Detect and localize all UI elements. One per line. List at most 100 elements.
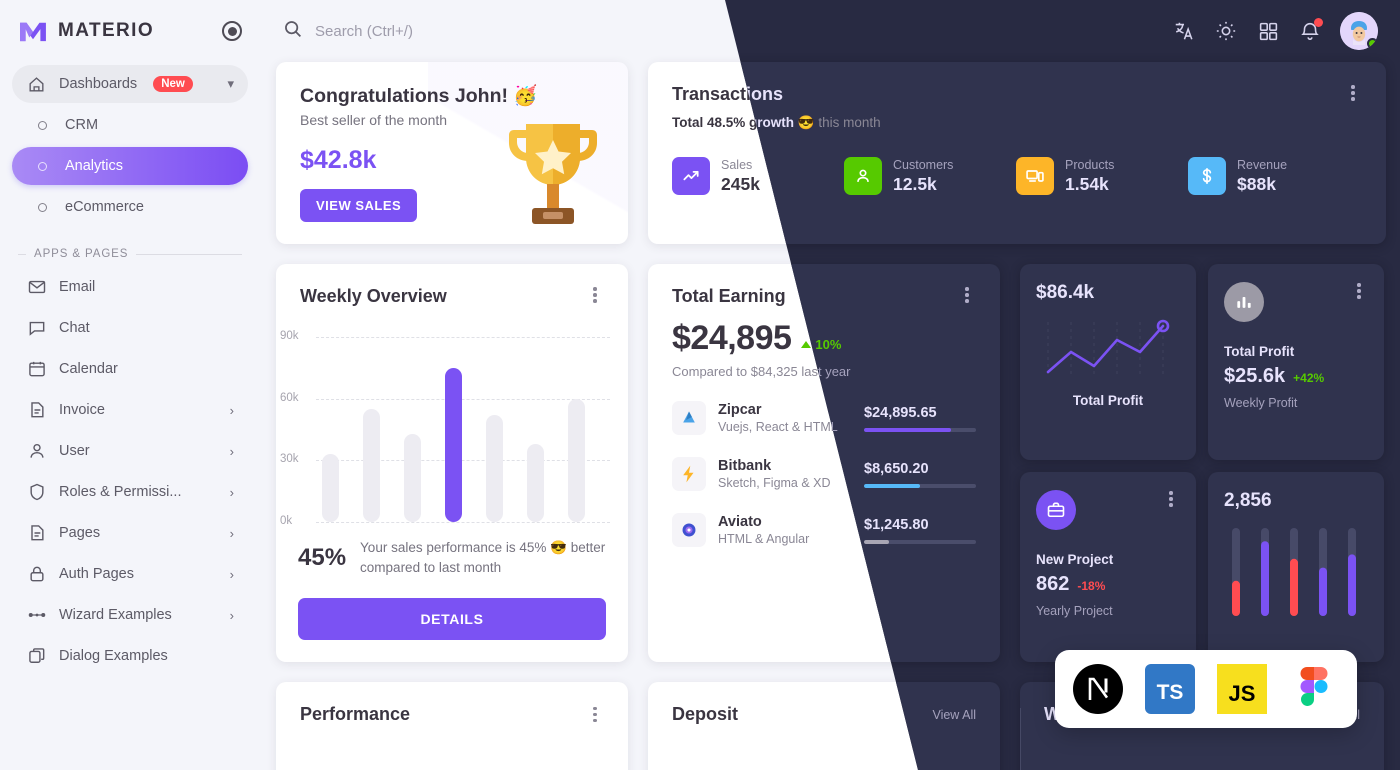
earning-item: Zipcar Vuejs, React & HTML $24,895.65 <box>672 401 976 435</box>
brand-name: MATERIO <box>58 20 154 41</box>
earning-list: Zipcar Vuejs, React & HTML $24,895.65 Bitba… <box>672 401 976 547</box>
light-mode-icon[interactable] <box>1214 19 1238 43</box>
y-axis-tick: 60k <box>280 391 299 404</box>
sidebar-item-label: Chat <box>59 320 90 336</box>
weekly-overview-card: Weekly Overview 90k 60k 30k 0k 45% Your sal… <box>276 264 628 662</box>
gridline <box>316 398 610 400</box>
new-project-caption: Yearly Project <box>1036 604 1113 618</box>
apps-grid-icon[interactable] <box>1256 19 1280 43</box>
avatar[interactable] <box>1340 12 1378 50</box>
view-sales-button[interactable]: VIEW SALES <box>300 189 418 222</box>
sessions-value: 2,856 <box>1224 490 1272 511</box>
bar-chart-icon <box>1224 282 1264 322</box>
sidebar-item-email[interactable]: Email <box>12 268 248 306</box>
circle-outline-icon <box>32 197 53 218</box>
aviato-logo <box>672 513 706 547</box>
javascript-logo[interactable]: JS <box>1215 662 1269 716</box>
shield-icon <box>26 482 47 503</box>
sidebar-item-invoice[interactable]: Invoice › <box>12 391 248 429</box>
total-profit-caption: Total Profit <box>1072 393 1144 408</box>
account-icon <box>844 157 882 195</box>
sessions-card: 2,856 <box>1208 472 1384 662</box>
weekly-profit-title: Total Profit <box>1224 344 1295 359</box>
online-status-badge <box>1367 38 1378 49</box>
sidebar-item-ecommerce[interactable]: eCommerce <box>12 188 248 226</box>
new-project-menu-button[interactable] <box>1162 490 1180 508</box>
earning-title: Total Earning <box>672 286 786 306</box>
new-project-title: New Project <box>1036 552 1114 567</box>
sidebar-item-crm[interactable]: CRM <box>12 106 248 144</box>
lock-icon <box>26 564 47 585</box>
gridline <box>316 522 610 523</box>
figma-logo[interactable] <box>1287 662 1341 716</box>
growth-emoji: 😎 <box>794 115 819 130</box>
sidebar-item-dialog-examples[interactable]: Dialog Examples <box>12 637 248 675</box>
bar <box>445 367 462 522</box>
search-box[interactable]: Search (Ctrl+/) <box>282 18 413 44</box>
transactions-menu-button[interactable] <box>1344 84 1362 102</box>
growth-period: this month <box>818 115 881 130</box>
weekly-menu-button[interactable] <box>586 286 604 304</box>
sidebar-item-label: CRM <box>65 117 99 133</box>
typescript-logo[interactable]: TS <box>1143 662 1197 716</box>
notifications-icon[interactable] <box>1298 18 1323 43</box>
sidebar-item-chat[interactable]: Chat <box>12 309 248 347</box>
sidebar-item-dashboards[interactable]: Dashboards New ▾ <box>12 65 248 103</box>
search-input[interactable]: Search (Ctrl+/) <box>315 23 413 40</box>
performance-menu-button[interactable] <box>586 706 604 724</box>
earning-item-amount: $1,245.80 <box>864 516 929 533</box>
sidebar-item-calendar[interactable]: Calendar <box>12 350 248 388</box>
chevron-right-icon: › <box>229 525 234 541</box>
weekly-profit-card: Total Profit $25.6k +42% Weekly Profit <box>1208 264 1384 460</box>
bar <box>527 443 544 522</box>
sidebar-item-roles-permissi[interactable]: Roles & Permissi... › <box>12 473 248 511</box>
congrats-title: Congratulations John! 🥳 <box>300 85 538 107</box>
gridline <box>316 460 610 462</box>
chevron-right-icon: › <box>229 607 234 623</box>
briefcase-icon <box>1036 490 1076 530</box>
sidebar-item-label: Auth Pages <box>59 566 134 582</box>
weekly-text: Your sales performance is 45% 😎 better c… <box>360 540 606 575</box>
notification-dot <box>1314 18 1323 27</box>
stat-sales: Sales245k <box>672 157 844 195</box>
stat-label: Sales <box>721 157 753 172</box>
svg-text:JS: JS <box>1229 681 1256 706</box>
sidebar-item-label: Roles & Permissi... <box>59 484 182 500</box>
translate-icon[interactable] <box>1172 19 1196 43</box>
weekly-profit-delta: +42% <box>1293 371 1325 385</box>
dollar-icon <box>1188 157 1226 195</box>
gridline <box>316 337 610 338</box>
document-icon <box>26 400 47 421</box>
earning-item-desc: Sketch, Figma & XD <box>718 476 831 490</box>
sidebar-item-analytics[interactable]: Analytics <box>12 147 248 185</box>
earning-menu-button[interactable] <box>958 286 976 304</box>
new-project-value: 862 <box>1036 573 1070 595</box>
weekly-profit-value: $25.6k <box>1224 365 1286 387</box>
weekly-details-button[interactable]: DETAILS <box>298 598 606 640</box>
y-axis-tick: 30k <box>280 453 299 466</box>
deposit-view-all-link[interactable]: View All <box>932 708 976 722</box>
transactions-title: Transactions <box>672 84 784 104</box>
sidebar-item-wizard-examples[interactable]: Wizard Examples › <box>12 596 248 634</box>
total-earning-card: Total Earning $24,895 10% Compared to $8… <box>648 264 1000 662</box>
sidebar-item-label: Pages <box>59 525 101 541</box>
nextjs-logo[interactable] <box>1071 662 1125 716</box>
earning-item-amount: $8,650.20 <box>864 460 929 477</box>
weekly-profit-caption: Weekly Profit <box>1224 396 1298 410</box>
stat-customers: Customers 12.5k <box>844 157 1016 195</box>
dialog-icon <box>26 646 47 667</box>
transaction-stats: Sales245kCustomers12.5kProducts1.54kReve… <box>672 157 1362 195</box>
sidebar-item-label: Wizard Examples <box>59 607 172 623</box>
trending-up-icon <box>801 341 812 348</box>
sidebar-item-label: User <box>59 443 90 459</box>
section-label-text: APPS & PAGES <box>34 248 129 260</box>
chevron-right-icon: › <box>229 484 234 500</box>
sidebar-item-user[interactable]: User › <box>12 432 248 470</box>
wizard-icon <box>26 605 47 626</box>
home-icon <box>26 74 47 95</box>
sidebar-item-pages[interactable]: Pages › <box>12 514 248 552</box>
weekly-profit-menu-button[interactable] <box>1350 282 1368 300</box>
sidebar-collapse-toggle[interactable] <box>222 21 242 41</box>
stat-value: 12.5k <box>893 173 937 194</box>
sidebar-item-auth-pages[interactable]: Auth Pages › <box>12 555 248 593</box>
